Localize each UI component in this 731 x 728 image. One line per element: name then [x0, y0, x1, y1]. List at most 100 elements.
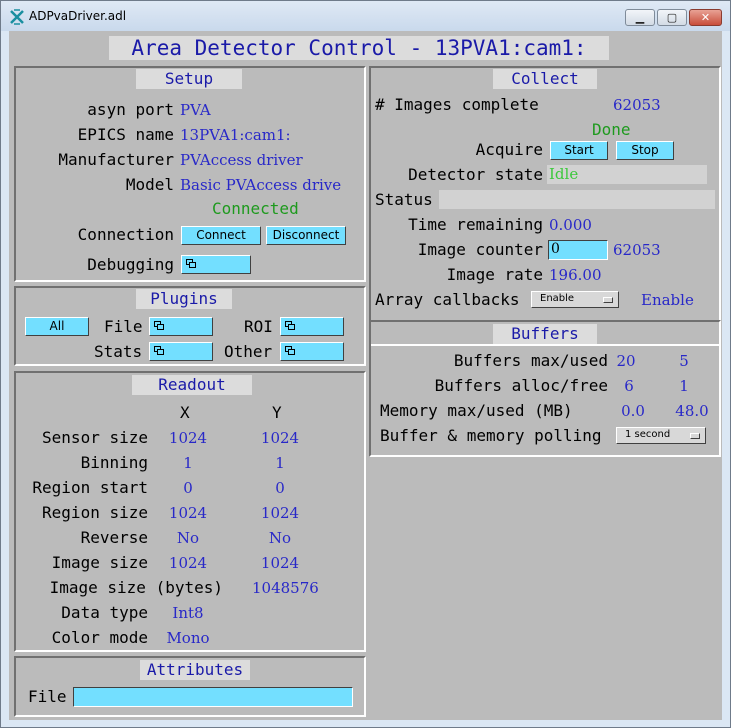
memory-max-used-label: Memory max/used (MB) [380, 401, 573, 420]
region-start-label: Region start [32, 478, 148, 497]
epics-name-label: EPICS name [77, 125, 174, 144]
attributes-panel: Attributes File [14, 656, 366, 717]
data-type-label: Data type [61, 603, 148, 622]
color-mode-value: Mono [166, 629, 210, 647]
buffers-used-value: 5 [679, 352, 689, 370]
other-plugin-button[interactable] [280, 342, 344, 361]
all-plugins-button[interactable]: All [25, 317, 89, 336]
image-counter-input[interactable]: 0 [548, 240, 608, 260]
status-label: Status [375, 190, 433, 209]
readout-x-header: X [180, 403, 190, 422]
image-size-x: 1024 [168, 554, 208, 572]
collect-panel: Collect # Images complete 62053 Done Acq… [369, 66, 721, 346]
binning-x: 1 [183, 454, 193, 472]
minimize-button[interactable]: ▁ [625, 9, 655, 26]
binning-label: Binning [80, 453, 148, 472]
region-start-y: 0 [275, 479, 285, 497]
readout-panel: Readout X Y Sensor size 1024 1024 Binnin… [14, 371, 366, 652]
client-area: Area Detector Control - 13PVA1:cam1: Set… [9, 31, 722, 720]
minimize-icon: ▁ [635, 11, 645, 24]
debugging-button[interactable] [181, 255, 251, 274]
reverse-label: Reverse [80, 528, 148, 547]
close-icon: ✕ [700, 11, 711, 24]
title-bar[interactable]: ADPvaDriver.adl ▁ ▢ ✕ [1, 1, 730, 31]
app-window: ADPvaDriver.adl ▁ ▢ ✕ Area Detector Cont… [0, 0, 731, 728]
sensor-size-x: 1024 [168, 429, 208, 447]
stats-plugin-button[interactable] [149, 342, 213, 361]
image-size-label: Image size [51, 553, 148, 572]
asyn-port-value: PVA [180, 101, 211, 119]
reverse-x: No [176, 529, 200, 547]
image-counter-label: Image counter [417, 240, 543, 259]
roi-plugin-label: ROI [244, 317, 273, 336]
region-start-x: 0 [183, 479, 193, 497]
buffers-panel: Buffers Buffers max/used 20 5 Buffers al… [369, 320, 721, 457]
array-callbacks-menu[interactable]: Enable [531, 291, 619, 308]
epics-name-value: 13PVA1:cam1: [180, 126, 291, 144]
image-rate-label: Image rate [446, 265, 543, 284]
color-mode-label: Color mode [51, 628, 148, 647]
reverse-y: No [268, 529, 292, 547]
roi-plugin-button[interactable] [280, 317, 344, 336]
close-button[interactable]: ✕ [689, 9, 722, 26]
setup-panel: Setup asyn port PVA EPICS name 13PVA1:ca… [14, 66, 366, 282]
related-display-icon [285, 346, 295, 355]
buffers-free-value: 1 [679, 377, 689, 395]
manufacturer-value: PVAccess driver [180, 151, 303, 169]
memory-used-value: 48.0 [675, 402, 709, 420]
buffers-alloc-value: 6 [624, 377, 634, 395]
related-display-icon [154, 321, 164, 330]
setup-title: Setup [136, 69, 242, 89]
images-complete-label: # Images complete [375, 95, 539, 114]
disconnect-button[interactable]: Disconnect [266, 226, 346, 245]
model-label: Model [125, 175, 174, 194]
detector-state-value: Idle [547, 165, 707, 184]
image-bytes-label: Image size (bytes) [49, 578, 223, 597]
menu-arrow-icon [603, 297, 613, 303]
images-complete-value: 62053 [613, 96, 661, 114]
image-size-y: 1024 [260, 554, 300, 572]
time-remaining-label: Time remaining [408, 215, 543, 234]
buffers-max-value: 20 [616, 352, 636, 370]
file-plugin-button[interactable] [149, 317, 213, 336]
plugins-title: Plugins [136, 289, 232, 309]
acquire-label: Acquire [475, 140, 543, 159]
sensor-size-y: 1024 [260, 429, 300, 447]
readout-title: Readout [132, 375, 252, 395]
maximize-icon: ▢ [666, 11, 678, 24]
polling-menu[interactable]: 1 second [616, 427, 706, 444]
other-plugin-label: Other [224, 342, 273, 361]
image-counter-value: 62053 [613, 241, 661, 259]
maximize-button[interactable]: ▢ [657, 9, 687, 26]
buffers-title: Buffers [493, 324, 597, 344]
plugins-panel: Plugins All File ROI Stats Other [14, 286, 366, 366]
attributes-file-input[interactable] [73, 687, 353, 707]
binning-y: 1 [275, 454, 285, 472]
stop-button[interactable]: Stop [616, 141, 674, 160]
start-button[interactable]: Start [550, 141, 608, 160]
region-size-label: Region size [42, 503, 148, 522]
region-size-y: 1024 [260, 504, 300, 522]
related-display-icon [154, 346, 164, 355]
buffers-alloc-free-label: Buffers alloc/free [434, 376, 608, 395]
polling-label: Buffer & memory polling [380, 426, 602, 445]
connection-status: Connected [212, 199, 299, 218]
debugging-label: Debugging [87, 255, 174, 274]
array-callbacks-value: Enable [641, 291, 694, 309]
related-display-icon [186, 259, 196, 268]
sensor-size-label: Sensor size [42, 428, 148, 447]
related-display-icon [285, 321, 295, 330]
image-rate-value: 196.00 [549, 266, 602, 284]
acquire-status: Done [592, 120, 631, 139]
connection-label: Connection [77, 225, 174, 244]
window-title: ADPvaDriver.adl [29, 9, 127, 23]
stats-plugin-label: Stats [94, 342, 143, 361]
readout-y-header: Y [272, 403, 282, 422]
data-type-value: Int8 [172, 604, 204, 622]
image-bytes-value: 1048576 [252, 579, 319, 597]
file-plugin-label: File [104, 317, 143, 336]
time-remaining-value: 0.000 [549, 216, 592, 234]
connect-button[interactable]: Connect [181, 226, 261, 245]
menu-arrow-icon [690, 433, 700, 439]
memory-max-value: 0.0 [621, 402, 645, 420]
